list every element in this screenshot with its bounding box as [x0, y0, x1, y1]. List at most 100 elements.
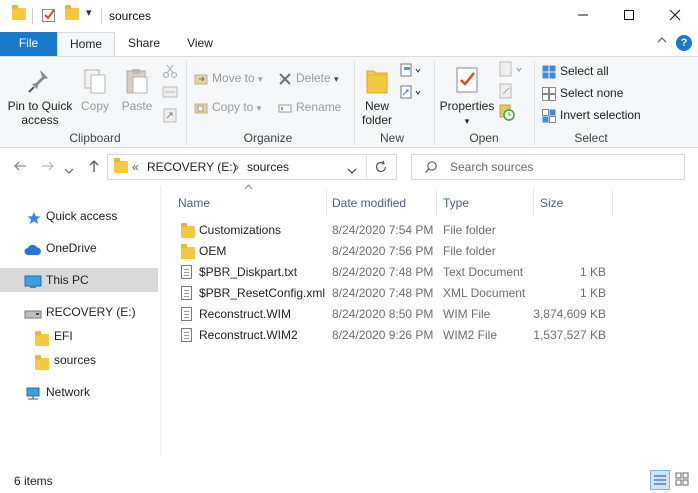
table-row[interactable]: OEM 8/24/2020 7:56 PM File folder — [172, 241, 612, 262]
delete-button[interactable]: Delete ▾ — [278, 69, 339, 87]
refresh-icon[interactable] — [374, 160, 388, 177]
table-row[interactable]: $PBR_ResetConfig.xml 8/24/2020 7:48 PM X… — [172, 283, 612, 304]
breadcrumb-current[interactable]: sources — [247, 160, 289, 174]
invert-selection-button[interactable]: Invert selection — [542, 106, 641, 124]
select-all-button[interactable]: Select all — [542, 62, 609, 80]
file-list: Name Date modified Type Size Customizati… — [172, 184, 692, 456]
new-item-icon[interactable] — [400, 63, 422, 82]
column-divider[interactable] — [436, 190, 437, 216]
help-icon[interactable]: ? — [676, 35, 692, 51]
tab-share[interactable]: Share — [120, 32, 168, 56]
nav-item-network[interactable]: Network — [0, 380, 158, 404]
paste-button[interactable]: Paste — [118, 67, 156, 113]
file-name: Reconstruct.WIM — [199, 307, 292, 321]
copy-button[interactable]: Copy — [78, 67, 112, 113]
file-name: OEM — [199, 244, 227, 258]
table-row[interactable]: Customizations 8/24/2020 7:54 PM File fo… — [172, 220, 612, 241]
paste-label: Paste — [121, 99, 153, 113]
file-type: WIM File — [443, 307, 491, 321]
nav-item-onedrive[interactable]: OneDrive — [0, 236, 158, 260]
file-size: 1,537,527 KB — [533, 328, 606, 342]
minimize-button[interactable] — [560, 0, 606, 30]
properties-check-icon[interactable] — [41, 7, 57, 26]
file-type: WIM2 File — [443, 328, 497, 342]
recent-locations-icon[interactable] — [64, 162, 74, 180]
nav-item-sources[interactable]: sources — [0, 348, 158, 372]
file-date: 8/24/2020 7:56 PM — [332, 244, 434, 258]
customize-toolbar-dropdown-icon[interactable]: ▾ — [86, 6, 92, 19]
pin-icon — [26, 67, 54, 95]
rename-icon — [278, 101, 292, 115]
table-row[interactable]: Reconstruct.WIM 8/24/2020 8:50 PM WIM Fi… — [172, 304, 612, 325]
column-header-name[interactable]: Name — [178, 192, 326, 214]
delete-dropdown-icon: ▾ — [334, 74, 339, 84]
nav-item-efi[interactable]: EFI — [0, 324, 158, 348]
new-group-label: New — [379, 131, 404, 145]
new-folder-button[interactable]: New folder — [358, 65, 396, 127]
nav-item-recovery-drive[interactable]: RECOVERY (E:) — [0, 300, 158, 324]
edit-icon[interactable] — [498, 83, 514, 102]
nav-item-this-pc[interactable]: This PC — [0, 268, 158, 292]
collapse-ribbon-icon[interactable] — [656, 34, 668, 49]
navigation-pane: Quick access OneDrive This PC RECOVERY (… — [0, 186, 160, 456]
close-button[interactable] — [652, 0, 698, 30]
file-date: 8/24/2020 8:50 PM — [332, 307, 434, 321]
copy-to-button[interactable]: Copy to ▾ — [194, 98, 261, 116]
back-button[interactable] — [12, 158, 28, 179]
breadcrumb-drive[interactable]: RECOVERY (E:) — [147, 160, 237, 174]
item-count: 6 items — [14, 474, 53, 488]
large-icons-view-button[interactable] — [673, 470, 693, 490]
new-folder-quick-icon[interactable] — [65, 5, 79, 23]
cut-icon[interactable] — [162, 63, 178, 82]
rename-button[interactable]: Rename — [278, 98, 341, 116]
clipboard-group-label: Clipboard — [69, 131, 121, 145]
properties-button[interactable]: Properties ▾ — [438, 65, 496, 128]
file-date: 8/24/2020 7:54 PM — [332, 223, 434, 237]
title-bar: ▾ sources — [0, 0, 698, 32]
paste-shortcut-icon[interactable] — [162, 107, 178, 126]
column-header-date[interactable]: Date modified — [332, 192, 436, 214]
column-divider[interactable] — [326, 190, 327, 216]
file-icon — [181, 328, 192, 349]
breadcrumb-separator-icon[interactable]: › — [235, 160, 239, 174]
details-view-button[interactable] — [650, 470, 670, 490]
minimize-icon — [578, 14, 588, 16]
tab-home[interactable]: Home — [57, 32, 115, 56]
history-icon[interactable] — [498, 103, 516, 124]
maximize-button[interactable] — [606, 0, 652, 30]
column-divider[interactable] — [612, 190, 613, 216]
select-none-button[interactable]: Select none — [542, 84, 623, 102]
copy-path-icon[interactable] — [162, 85, 178, 102]
address-dropdown-icon[interactable] — [347, 164, 357, 178]
file-size: 3,874,609 KB — [533, 307, 606, 321]
close-icon — [669, 9, 681, 21]
properties-icon — [454, 65, 480, 95]
up-button[interactable] — [86, 158, 102, 179]
forward-button[interactable] — [40, 158, 56, 179]
breadcrumb-overflow[interactable]: « — [132, 160, 139, 174]
open-icon[interactable] — [498, 61, 524, 82]
copy-to-icon — [194, 101, 208, 115]
file-type: File folder — [443, 223, 496, 237]
table-row[interactable]: Reconstruct.WIM2 8/24/2020 9:26 PM WIM2 … — [172, 325, 612, 346]
status-bar: 6 items — [0, 466, 698, 493]
file-type: XML Document — [443, 286, 526, 300]
address-bar[interactable]: « RECOVERY (E:) › sources — [107, 154, 397, 180]
nav-item-quick-access[interactable]: Quick access — [0, 204, 158, 228]
star-icon — [26, 209, 42, 224]
move-to-button[interactable]: Move to ▾ — [194, 69, 263, 87]
column-divider[interactable] — [533, 190, 534, 216]
column-header-size[interactable]: Size — [540, 192, 612, 214]
search-input[interactable] — [450, 159, 670, 175]
tab-file[interactable]: File — [0, 32, 57, 56]
group-divider — [434, 61, 435, 145]
table-row[interactable]: $PBR_Diskpart.txt 8/24/2020 7:48 PM Text… — [172, 262, 612, 283]
forward-arrow-icon — [42, 161, 54, 171]
file-date: 8/24/2020 7:48 PM — [332, 286, 434, 300]
folder-icon — [12, 5, 26, 23]
tab-view[interactable]: View — [176, 32, 224, 56]
easy-access-icon[interactable] — [400, 85, 422, 104]
column-header-type[interactable]: Type — [443, 192, 533, 214]
pin-to-quick-access-button[interactable]: Pin to Quick access — [6, 67, 74, 127]
search-box[interactable] — [411, 154, 685, 180]
